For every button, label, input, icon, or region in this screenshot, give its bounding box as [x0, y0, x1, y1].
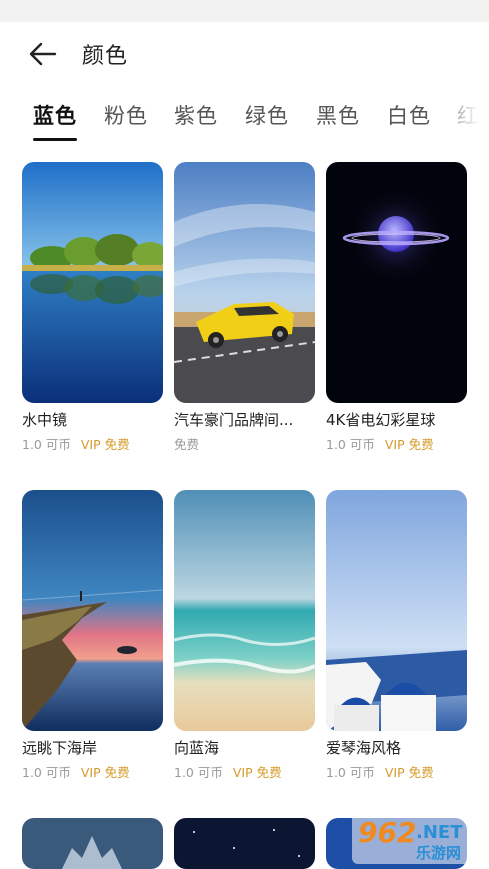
tab-purple[interactable]: 紫色 [174, 100, 218, 130]
price-label: 1.0 可币 [326, 765, 375, 780]
wallpaper-card[interactable] [174, 818, 315, 869]
back-button[interactable] [28, 40, 58, 68]
wallpaper-price: 1.0 可币 VIP 免费 [174, 762, 282, 781]
wallpaper-title: 汽车豪门品牌间... [174, 411, 294, 429]
vip-free-badge: VIP 免费 [384, 437, 434, 452]
tab-black[interactable]: 黑色 [316, 100, 360, 130]
price-label: 1.0 可币 [326, 437, 375, 452]
wallpaper-title: 远眺下海岸 [22, 739, 98, 757]
color-tabs: 蓝色 粉色 紫色 绿色 黑色 白色 红 [0, 96, 489, 146]
header: 颜色 [0, 22, 489, 84]
wallpaper-card[interactable]: 远眺下海岸 1.0 可币 VIP 免费 [22, 490, 163, 780]
active-tab-indicator [33, 138, 77, 141]
tab-blue[interactable]: 蓝色 [33, 100, 77, 130]
wallpaper-price: 1.0 可币 VIP 免费 [326, 434, 434, 453]
wallpaper-price: 1.0 可币 VIP 免费 [22, 762, 130, 781]
tab-white[interactable]: 白色 [387, 100, 431, 130]
price-label: 免费 [174, 437, 200, 452]
wallpaper-price: 1.0 可币 VIP 免费 [22, 434, 130, 453]
wallpaper-price: 免费 [174, 434, 209, 453]
watermark-suffix: .NET [416, 822, 463, 843]
price-label: 1.0 可币 [174, 765, 223, 780]
wallpaper-thumbnail[interactable] [326, 490, 467, 731]
price-label: 1.0 可币 [22, 437, 71, 452]
vip-free-badge: VIP 免费 [80, 437, 130, 452]
wallpaper-thumbnail[interactable] [22, 162, 163, 403]
wallpaper-title: 向蓝海 [174, 739, 220, 757]
watermark-site: 乐游网 [416, 844, 461, 862]
wallpaper-thumbnail[interactable] [22, 490, 163, 731]
vip-free-badge: VIP 免费 [232, 765, 282, 780]
wallpaper-price: 1.0 可币 VIP 免费 [326, 762, 434, 781]
wallpaper-title: 水中镜 [22, 411, 68, 429]
arrow-left-icon [29, 42, 57, 66]
vip-free-badge: VIP 免费 [80, 765, 130, 780]
wallpaper-thumbnail[interactable] [174, 818, 315, 869]
wallpaper-thumbnail[interactable] [326, 162, 467, 403]
wallpaper-card[interactable]: 爱琴海风格 1.0 可币 VIP 免费 [326, 490, 467, 780]
watermark-number: 962 [358, 816, 416, 849]
wallpaper-title: 4K省电幻彩星球 [326, 411, 436, 429]
wallpaper-card[interactable]: 汽车豪门品牌间... 免费 [174, 162, 315, 452]
wallpaper-card[interactable]: 向蓝海 1.0 可币 VIP 免费 [174, 490, 315, 780]
wallpaper-card[interactable]: 4K省电幻彩星球 1.0 可币 VIP 免费 [326, 162, 467, 452]
wallpaper-title: 爱琴海风格 [326, 739, 402, 757]
site-watermark: 962 .NET 乐游网 [352, 812, 482, 864]
price-label: 1.0 可币 [22, 765, 71, 780]
page-title: 颜色 [82, 44, 129, 69]
tab-pink[interactable]: 粉色 [104, 100, 148, 130]
tab-red[interactable]: 红 [457, 100, 479, 130]
status-bar [0, 0, 489, 22]
tab-green[interactable]: 绿色 [245, 100, 289, 130]
wallpaper-card[interactable] [22, 818, 163, 869]
wallpaper-card[interactable]: 水中镜 1.0 可币 VIP 免费 [22, 162, 163, 452]
wallpaper-thumbnail[interactable] [22, 818, 163, 869]
wallpaper-thumbnail[interactable] [174, 490, 315, 731]
vip-free-badge: VIP 免费 [384, 765, 434, 780]
wallpaper-thumbnail[interactable] [174, 162, 315, 403]
